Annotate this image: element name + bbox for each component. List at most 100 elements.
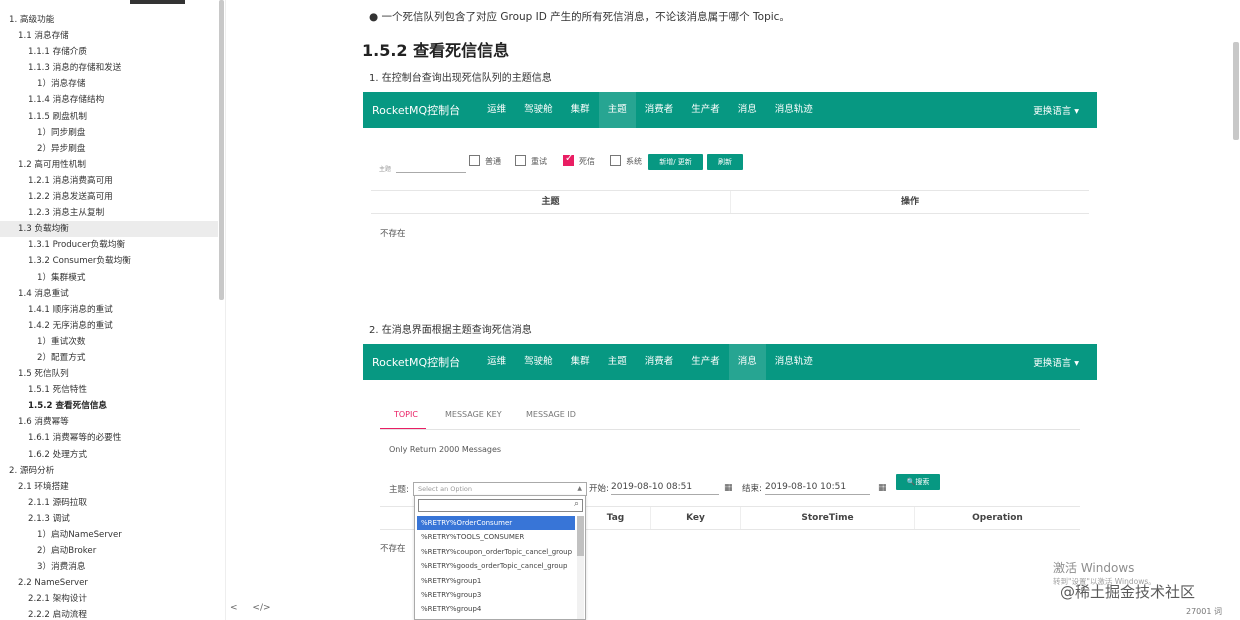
end-calendar-icon[interactable]: ▦ xyxy=(878,483,887,493)
toc-item[interactable]: 1.1.1 存储介质 xyxy=(0,44,218,60)
search-icon: ⌕ xyxy=(573,499,579,509)
nav-item-message[interactable]: 消息 xyxy=(728,344,766,380)
checkbox-normal[interactable] xyxy=(469,155,480,166)
toc-item[interactable]: 1.3 负载均衡 xyxy=(0,221,218,238)
console-brand[interactable]: RocketMQ控制台 xyxy=(372,354,460,370)
topic-filter-input[interactable] xyxy=(396,158,466,173)
topic-filter-label: 主题 xyxy=(379,166,392,173)
toc-item[interactable]: 1.6 消费幂等 xyxy=(0,414,218,430)
dropdown-option[interactable]: %RETRY%group4 xyxy=(417,602,575,616)
toc-item[interactable]: 2.1.1 源码拉取 xyxy=(0,495,218,511)
toc-item[interactable]: 1.6.1 消费幂等的必要性 xyxy=(0,430,218,446)
dropdown-scrollbar[interactable] xyxy=(577,516,584,619)
toc-item[interactable]: 1.5.1 死信特性 xyxy=(0,382,218,398)
toc-item[interactable]: 1.4.1 顺序消息的重试 xyxy=(0,302,218,318)
toc-item[interactable]: 1）集群模式 xyxy=(0,270,218,286)
toc-item[interactable]: 1.1 消息存储 xyxy=(0,28,218,44)
toc-item[interactable]: 1.2.2 消息发送高可用 xyxy=(0,189,218,205)
dropdown-option[interactable]: %RETRY%group1 xyxy=(417,574,575,588)
toc-item[interactable]: 1）同步刷盘 xyxy=(0,125,218,141)
nav-item-consumer[interactable]: 消费者 xyxy=(636,344,683,380)
dropdown-option[interactable]: %RETRY%group3 xyxy=(417,588,575,602)
language-switch[interactable]: 更换语言 ▾ xyxy=(1033,355,1079,369)
tab-topic[interactable]: TOPIC xyxy=(394,410,418,419)
toc-item[interactable]: 1.2.3 消息主从复制 xyxy=(0,205,218,221)
nav-item-producer[interactable]: 生产者 xyxy=(682,92,729,128)
end-time-input[interactable]: 2019-08-10 10:51 xyxy=(765,480,870,495)
toc-item[interactable]: 2.2 NameServer xyxy=(0,575,218,591)
toc-item[interactable]: 1.4.2 无序消息的重试 xyxy=(0,318,218,334)
nav-item-trace[interactable]: 消息轨迹 xyxy=(766,344,822,380)
toc-item[interactable]: 1）启动NameServer xyxy=(0,527,218,543)
windows-activation: 激活 Windows xyxy=(1053,561,1135,575)
nav-item-consumer[interactable]: 消费者 xyxy=(636,92,683,128)
tab-message-id[interactable]: MESSAGE ID xyxy=(526,410,576,419)
nav-item-ops[interactable]: 运维 xyxy=(478,344,515,380)
dropdown-option[interactable]: %RETRY%TOOLS_CONSUMER xyxy=(417,530,575,544)
nav-item-message[interactable]: 消息 xyxy=(729,92,766,128)
toc-item[interactable]: 2. 源码分析 xyxy=(0,463,218,479)
nav-item-topic[interactable]: 主题 xyxy=(599,344,636,380)
topic-select[interactable]: Select an Option ▲ xyxy=(413,482,587,496)
end-label: 结束: xyxy=(742,484,762,494)
toc-item[interactable]: 1.5 死信队列 xyxy=(0,366,218,382)
toc-item[interactable]: 1.3.1 Producer负载均衡 xyxy=(0,237,218,253)
toc-item[interactable]: 1.2.1 消息消费高可用 xyxy=(0,173,218,189)
toc-item[interactable]: 1）消息存储 xyxy=(0,76,218,92)
toc-item[interactable]: 2.2.1 架构设计 xyxy=(0,591,218,607)
toc-item[interactable]: 1）重试次数 xyxy=(0,334,218,350)
nav-item-cluster[interactable]: 集群 xyxy=(562,344,599,380)
toc-item[interactable]: 2.2.2 启动流程 xyxy=(0,607,218,620)
add-update-button[interactable]: 新增/ 更新 xyxy=(648,154,703,170)
refresh-button[interactable]: 刷新 xyxy=(707,154,743,170)
nav-item-topic[interactable]: 主题 xyxy=(598,92,636,128)
dropdown-option[interactable]: %RETRY%OrderConsumer xyxy=(417,516,575,530)
toc-item[interactable]: 1.3.2 Consumer负载均衡 xyxy=(0,253,218,269)
toc-item[interactable]: 1.4 消息重试 xyxy=(0,286,218,302)
col-tag: Tag xyxy=(580,507,650,529)
nav-item-dashboard[interactable]: 驾驶舱 xyxy=(515,92,562,128)
dropdown-option[interactable]: %RETRY%coupon_orderTopic_cancel_group xyxy=(417,545,575,559)
toc-item[interactable]: 2.1.3 调试 xyxy=(0,511,218,527)
col-topic: 主题 xyxy=(541,197,560,207)
dropdown-scroll-thumb[interactable] xyxy=(577,516,584,556)
nav-item-trace[interactable]: 消息轨迹 xyxy=(766,92,822,128)
dropdown-option[interactable]: %RETRY%goods_orderTopic_cancel_group xyxy=(417,559,575,573)
checkbox-system[interactable] xyxy=(610,155,621,166)
toc-item[interactable]: 1.1.4 消息存储结构 xyxy=(0,92,218,108)
toc-item[interactable]: 2）启动Broker xyxy=(0,543,218,559)
toc-item[interactable]: 1.6.2 处理方式 xyxy=(0,447,218,463)
console-brand[interactable]: RocketMQ控制台 xyxy=(372,102,460,118)
start-calendar-icon[interactable]: ▦ xyxy=(724,483,733,493)
tabs-divider xyxy=(380,429,1080,430)
toc-item[interactable]: 2）配置方式 xyxy=(0,350,218,366)
toc-item[interactable]: 1.1.5 刷盘机制 xyxy=(0,109,218,125)
col-storetime: StoreTime xyxy=(740,507,914,529)
document-area: ● 一个死信队列包含了对应 Group ID 产生的所有死信消息，不论该消息属于… xyxy=(227,0,1240,620)
toc-item[interactable]: 2）异步刷盘 xyxy=(0,141,218,157)
toc-item[interactable]: 1.1.3 消息的存储和发送 xyxy=(0,60,218,76)
checkbox-retry[interactable] xyxy=(515,155,526,166)
checkbox-dead-letter-label: 死信 xyxy=(579,157,595,166)
nav-item-dashboard[interactable]: 驾驶舱 xyxy=(515,344,562,380)
toc-item[interactable]: 1.2 高可用性机制 xyxy=(0,157,218,173)
toc-item[interactable]: 2.1 环境搭建 xyxy=(0,479,218,495)
col-operation: Operation xyxy=(914,507,1080,529)
dropdown-search-input[interactable]: ⌕ xyxy=(418,499,583,512)
search-button[interactable]: 🔍搜索 xyxy=(896,474,940,490)
start-time-input[interactable]: 2019-08-10 08:51 xyxy=(611,480,719,495)
nav-item-ops[interactable]: 运维 xyxy=(478,92,515,128)
topic-table-empty: 不存在 xyxy=(380,229,406,239)
nav-item-cluster[interactable]: 集群 xyxy=(562,92,599,128)
document-scrollbar[interactable] xyxy=(1233,42,1239,140)
sidebar-scrollbar[interactable] xyxy=(219,0,224,300)
toc-item[interactable]: 1. 高级功能 xyxy=(0,12,218,28)
bullet-dot: ● xyxy=(369,11,379,23)
nav-item-producer[interactable]: 生产者 xyxy=(682,344,729,380)
tab-message-key[interactable]: MESSAGE KEY xyxy=(445,410,502,419)
toc-item[interactable]: 1.5.2 查看死信信息 xyxy=(0,398,218,414)
language-switch[interactable]: 更换语言 ▾ xyxy=(1033,103,1079,117)
bullet-item: ● 一个死信队列包含了对应 Group ID 产生的所有死信消息，不论该消息属于… xyxy=(369,9,790,24)
checkbox-dead-letter[interactable] xyxy=(563,153,574,166)
toc-item[interactable]: 3）消费消息 xyxy=(0,559,218,575)
